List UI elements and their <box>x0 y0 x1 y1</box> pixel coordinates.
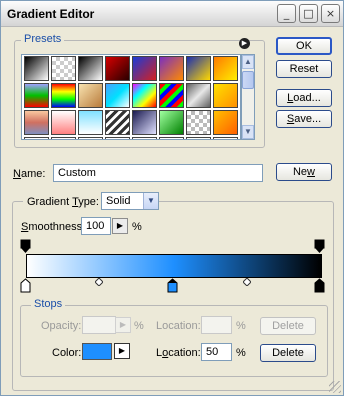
preset-swatch[interactable] <box>51 56 76 81</box>
preset-swatch[interactable] <box>24 137 49 139</box>
smoothness-field[interactable]: 100 <box>81 217 111 235</box>
presets-menu-arrow-icon[interactable]: ▶ <box>239 38 250 49</box>
preset-swatch[interactable] <box>132 83 157 108</box>
reset-button[interactable]: Reset <box>276 60 332 78</box>
window-title: Gradient Editor <box>7 7 95 21</box>
chevron-down-icon[interactable]: ▼ <box>143 193 158 209</box>
minimize-button[interactable]: _ <box>277 4 296 23</box>
preset-swatch[interactable] <box>105 56 130 81</box>
resize-grip-icon[interactable] <box>329 381 341 393</box>
preset-swatch[interactable] <box>78 83 103 108</box>
gradient-editor-window: Gradient Editor _ □ × Presets ▶ ▲ ▼ OK R… <box>0 0 344 396</box>
preset-swatch[interactable] <box>105 110 130 135</box>
midpoint-left-icon[interactable] <box>95 278 103 286</box>
preset-swatch[interactable] <box>186 56 211 81</box>
preset-swatch[interactable] <box>213 110 238 135</box>
color-swatch[interactable] <box>82 343 112 360</box>
preset-swatch[interactable] <box>186 137 211 139</box>
preset-swatch[interactable] <box>159 110 184 135</box>
new-button[interactable]: New <box>276 163 332 181</box>
gradient-type-dropdown[interactable]: Solid ▼ <box>101 192 159 210</box>
preset-swatch[interactable] <box>105 83 130 108</box>
preset-swatch[interactable] <box>213 83 238 108</box>
preset-swatch[interactable] <box>78 137 103 139</box>
color-stop-left-icon[interactable] <box>20 278 32 293</box>
preset-swatch[interactable] <box>24 83 49 108</box>
scroll-thumb[interactable] <box>242 71 254 89</box>
color-stop-selected-icon[interactable] <box>167 278 179 293</box>
color-location-percent: % <box>236 347 246 359</box>
smoothness-percent: % <box>132 221 142 233</box>
preset-swatch[interactable] <box>159 83 184 108</box>
preset-swatch[interactable] <box>51 110 76 135</box>
midpoint-right-icon[interactable] <box>243 278 251 286</box>
preset-swatch[interactable] <box>213 56 238 81</box>
name-label: Name: <box>13 168 46 180</box>
scroll-down-icon[interactable]: ▼ <box>242 125 254 139</box>
preset-swatch[interactable] <box>51 83 76 108</box>
opacity-label: Opacity: <box>41 320 82 332</box>
color-location-field[interactable]: 50 <box>201 343 232 361</box>
stops-legend: Stops <box>31 298 66 310</box>
preset-swatch[interactable] <box>186 83 211 108</box>
preset-swatch[interactable] <box>132 110 157 135</box>
color-menu-arrow-icon[interactable]: ▶ <box>114 343 130 359</box>
presets-scrollbar[interactable]: ▲ ▼ <box>241 54 255 140</box>
opacity-stop-right-icon[interactable] <box>314 239 326 254</box>
color-stop-right-icon[interactable] <box>314 278 326 293</box>
maximize-button[interactable]: □ <box>299 4 318 23</box>
preset-swatch[interactable] <box>105 137 130 139</box>
opacity-location-field[interactable] <box>201 316 232 334</box>
presets-grid[interactable] <box>21 54 241 140</box>
name-field[interactable]: Custom <box>53 164 263 182</box>
color-label: Color: <box>52 347 82 359</box>
scroll-up-icon[interactable]: ▲ <box>242 55 254 69</box>
opacity-percent: % <box>134 320 144 332</box>
load-button[interactable]: Load... <box>276 89 332 107</box>
color-delete-button[interactable]: Delete <box>260 344 316 362</box>
smoothness-label: Smoothness: <box>21 221 86 233</box>
ok-button[interactable]: OK <box>276 37 332 55</box>
save-button[interactable]: Save... <box>276 110 332 128</box>
close-button[interactable]: × <box>321 4 340 23</box>
preset-swatch[interactable] <box>159 137 184 139</box>
opacity-location-label: Location: <box>156 320 201 332</box>
preset-swatch[interactable] <box>213 137 238 139</box>
color-location-label: Location: <box>156 347 201 359</box>
stops-group <box>20 305 328 377</box>
preset-swatch[interactable] <box>159 56 184 81</box>
gradient-type-value: Solid <box>106 195 131 207</box>
presets-legend: Presets <box>21 33 65 45</box>
preset-swatch[interactable] <box>132 137 157 139</box>
opacity-stop-left-icon[interactable] <box>20 239 32 254</box>
opacity-arrow-icon[interactable]: ▶ <box>115 317 131 333</box>
smoothness-arrow-icon[interactable]: ▶ <box>112 218 128 234</box>
preset-swatch[interactable] <box>24 110 49 135</box>
preset-swatch[interactable] <box>132 56 157 81</box>
title-bar[interactable]: Gradient Editor _ □ × <box>1 1 343 27</box>
preset-swatch[interactable] <box>186 110 211 135</box>
preset-swatch[interactable] <box>51 137 76 139</box>
opacity-field[interactable] <box>82 316 116 334</box>
preset-swatch[interactable] <box>78 56 103 81</box>
preset-swatch[interactable] <box>24 56 49 81</box>
opacity-delete-button[interactable]: Delete <box>260 317 316 335</box>
gradient-preview-bar[interactable] <box>26 254 322 278</box>
opacity-location-percent: % <box>236 320 246 332</box>
gradient-type-label: Gradient Type: <box>23 196 103 208</box>
preset-swatch[interactable] <box>78 110 103 135</box>
